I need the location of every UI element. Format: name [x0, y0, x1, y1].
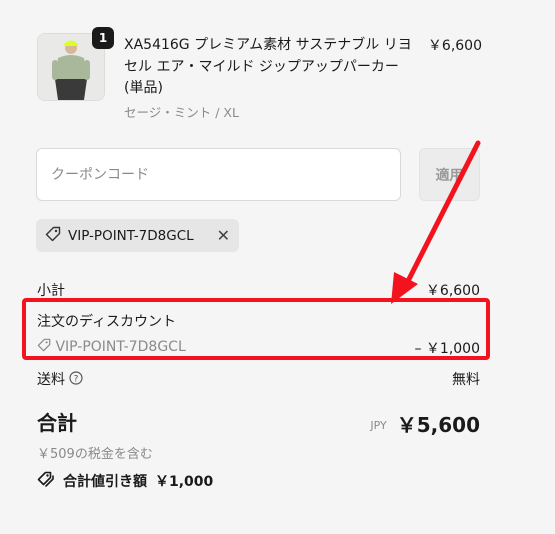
- tags-icon: [37, 471, 55, 491]
- product-price: ￥6,600: [427, 38, 482, 54]
- total-value: ￥5,600: [396, 413, 480, 437]
- svg-text:?: ?: [74, 375, 79, 385]
- total-row: 合計 JPY ￥5,600: [37, 407, 480, 437]
- applied-coupon-chip: VIP-POINT-7D8GCL ✕: [36, 219, 239, 252]
- quantity-badge: 1: [92, 27, 114, 49]
- subtotal-label: 小計: [37, 283, 65, 299]
- total-currency: JPY: [370, 419, 387, 432]
- applied-coupon-code: VIP-POINT-7D8GCL: [68, 227, 194, 244]
- line-item: 1 XA5416G プレミアム素材 サステナブル リヨセル エア・マイルド ジッ…: [37, 27, 482, 123]
- savings-label: 合計値引き額: [63, 474, 147, 490]
- coupon-code-input[interactable]: [36, 148, 401, 201]
- highlight-box: [22, 298, 490, 360]
- total-label: 合計: [37, 411, 77, 435]
- total-savings: 合計値引き額 ￥1,000: [37, 471, 480, 491]
- product-name: XA5416G プレミアム素材 サステナブル リヨセル エア・マイルド ジップア…: [124, 37, 412, 96]
- help-icon[interactable]: ?: [69, 371, 84, 389]
- subtotal-row: 小計 ￥6,600: [37, 280, 480, 300]
- product-variant: セージ・ミント / XL: [124, 105, 239, 120]
- close-icon[interactable]: ✕: [217, 227, 230, 244]
- tag-icon: [45, 226, 61, 246]
- shipping-label: 送料: [37, 372, 65, 388]
- savings-value: ￥1,000: [155, 474, 214, 490]
- tax-note: ￥509の税金を含む: [37, 447, 153, 462]
- shipping-row: 送料 ? 無料: [37, 369, 480, 389]
- subtotal-value: ￥6,600: [425, 283, 480, 299]
- apply-coupon-button[interactable]: 適用: [419, 148, 480, 201]
- shipping-value: 無料: [452, 372, 480, 388]
